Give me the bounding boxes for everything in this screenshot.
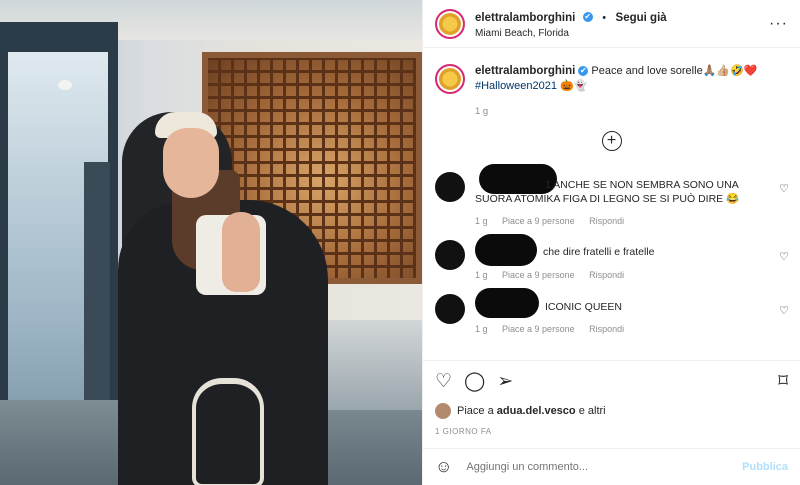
separator: • [602, 12, 607, 24]
redacted-username [475, 288, 539, 318]
post-sidebar: elettralamborghini ✔ • Segui già Miami B… [422, 0, 800, 485]
comment-text: 1 ANCHE SE NON SEMBRA SONO UNA SUORA ATO… [475, 179, 740, 205]
comment-meta: 1 g Piace a 9 persone Rispondi [475, 270, 636, 280]
comment-time[interactable]: 1 g [475, 270, 488, 280]
comment-like-icon[interactable]: ♡ [779, 182, 789, 195]
photo-rope [192, 378, 264, 485]
comment-reply[interactable]: Rispondi [589, 324, 624, 334]
caption-text: elettralamborghini ✔ Peace and love sorel… [475, 64, 775, 94]
photo-hands [222, 212, 260, 292]
comment-time[interactable]: 1 g [475, 216, 488, 226]
header-username[interactable]: elettralamborghini [475, 12, 575, 24]
comment-input[interactable] [464, 460, 743, 474]
commenter-avatar[interactable] [435, 294, 465, 324]
caption-time[interactable]: 1 g [475, 106, 800, 117]
comment-icon[interactable]: ◯ [464, 372, 485, 392]
comment-likes[interactable]: Piace a 9 persone [502, 324, 575, 334]
header-text: elettralamborghini ✔ • Segui già Miami B… [475, 8, 667, 39]
comment-likes[interactable]: Piace a 9 persone [502, 216, 575, 226]
publish-button[interactable]: Pubblica [742, 461, 788, 473]
avatar[interactable] [435, 8, 465, 39]
comment-meta: 1 g Piace a 9 persone Rispondi [475, 216, 636, 226]
caption-body: Peace and love sorelle🙏🏽👍🏼🤣❤️ [591, 65, 758, 77]
caption-username[interactable]: elettralamborghini [475, 65, 575, 77]
commenter-avatar[interactable] [435, 240, 465, 270]
emoji-icon[interactable]: ☺ [435, 457, 452, 477]
verified-icon: ✔ [578, 66, 589, 77]
comment-likes[interactable]: Piace a 9 persone [502, 270, 575, 280]
more-options-icon[interactable]: ··· [769, 15, 788, 33]
post-actions: ♡ ◯ ➢ ⌑ Piace a adua.del.vesco e altri 1… [423, 360, 800, 436]
comment-meta: 1 g Piace a 9 persone Rispondi [475, 324, 636, 334]
likes-suffix[interactable]: e altri [579, 405, 606, 417]
comment-like-icon[interactable]: ♡ [779, 304, 789, 317]
share-icon[interactable]: ➢ [497, 372, 513, 392]
post-photo[interactable] [0, 0, 422, 485]
comment-like-icon[interactable]: ♡ [779, 250, 789, 263]
comments-section[interactable]: elettralamborghini ✔ Peace and love sorel… [423, 48, 800, 360]
photo-face [163, 128, 219, 198]
liker-avatar[interactable] [435, 403, 451, 419]
load-more-comments-icon[interactable]: + [601, 131, 622, 151]
post-header: elettralamborghini ✔ • Segui già Miami B… [423, 0, 800, 48]
following-button[interactable]: Segui già [616, 12, 667, 24]
liker-username[interactable]: adua.del.vesco [497, 405, 576, 417]
comment-text: che dire fratelli e fratelle [543, 246, 655, 258]
comment-time[interactable]: 1 g [475, 324, 488, 334]
add-comment-bar: ☺ Pubblica [423, 448, 800, 485]
location-link[interactable]: Miami Beach, Florida [475, 28, 667, 39]
likes-summary: Piace a adua.del.vesco e altri [423, 393, 800, 419]
comment-text: ICONIC QUEEN [545, 301, 623, 313]
like-icon[interactable]: ♡ [435, 372, 452, 392]
caption-avatar[interactable] [435, 64, 465, 94]
likes-prefix: Piace a [457, 405, 494, 417]
action-icons: ♡ ◯ ➢ ⌑ [423, 361, 800, 393]
post-date[interactable]: 1 GIORNO FA [423, 419, 800, 436]
redacted-username [475, 234, 537, 266]
comment-reply[interactable]: Rispondi [589, 270, 624, 280]
commenter-avatar[interactable] [435, 172, 465, 202]
bookmark-icon[interactable]: ⌑ [778, 372, 788, 392]
hashtag-link[interactable]: #Halloween2021 [475, 80, 557, 92]
comment-reply[interactable]: Rispondi [589, 216, 624, 226]
photo-lamp [58, 80, 72, 90]
instagram-post: elettralamborghini ✔ • Segui già Miami B… [0, 0, 800, 485]
post-caption: elettralamborghini ✔ Peace and love sorel… [423, 48, 800, 94]
caption-emojis: 🎃👻 [560, 80, 588, 92]
verified-icon: ✔ [582, 11, 593, 22]
load-more: + [423, 131, 800, 151]
